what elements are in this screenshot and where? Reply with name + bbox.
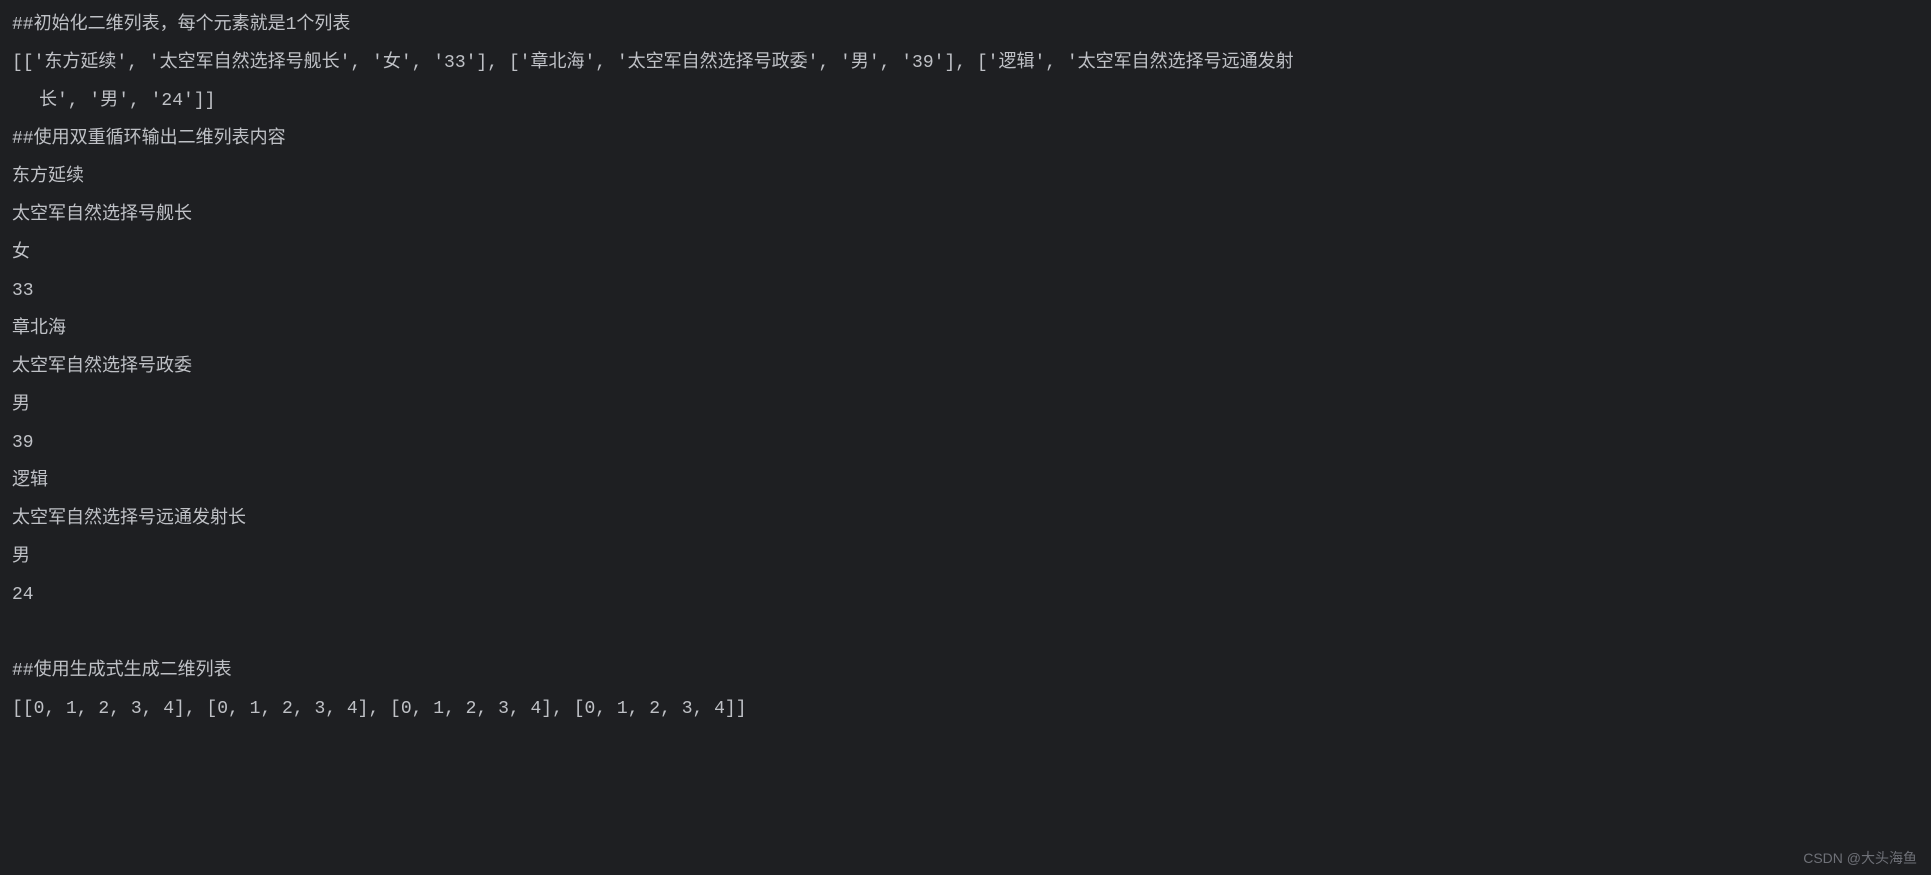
output-line: ##使用生成式生成二维列表: [12, 652, 1919, 690]
output-line: 男: [12, 386, 1919, 424]
output-line: 太空军自然选择号远通发射长: [12, 500, 1919, 538]
output-line: ##初始化二维列表，每个元素就是1个列表: [12, 6, 1919, 44]
output-line: [12, 614, 1919, 652]
output-line: 章北海: [12, 310, 1919, 348]
output-line: 太空军自然选择号政委: [12, 348, 1919, 386]
output-line: [[0, 1, 2, 3, 4], [0, 1, 2, 3, 4], [0, 1…: [12, 690, 1919, 728]
output-line: [['东方延续', '太空军自然选择号舰长', '女', '33'], ['章北…: [12, 44, 1919, 82]
output-line: 24: [12, 576, 1919, 614]
output-line: 男: [12, 538, 1919, 576]
output-line: ##使用双重循环输出二维列表内容: [12, 120, 1919, 158]
output-line: 逻辑: [12, 462, 1919, 500]
output-line: 39: [12, 424, 1919, 462]
watermark-text: CSDN @大头海鱼: [1803, 851, 1917, 865]
output-line: 东方延续: [12, 158, 1919, 196]
output-line: 太空军自然选择号舰长: [12, 196, 1919, 234]
output-line: 33: [12, 272, 1919, 310]
output-line: 长', '男', '24']]: [12, 82, 1919, 120]
output-line: 女: [12, 234, 1919, 272]
code-output-block: ##初始化二维列表，每个元素就是1个列表[['东方延续', '太空军自然选择号舰…: [0, 0, 1931, 875]
